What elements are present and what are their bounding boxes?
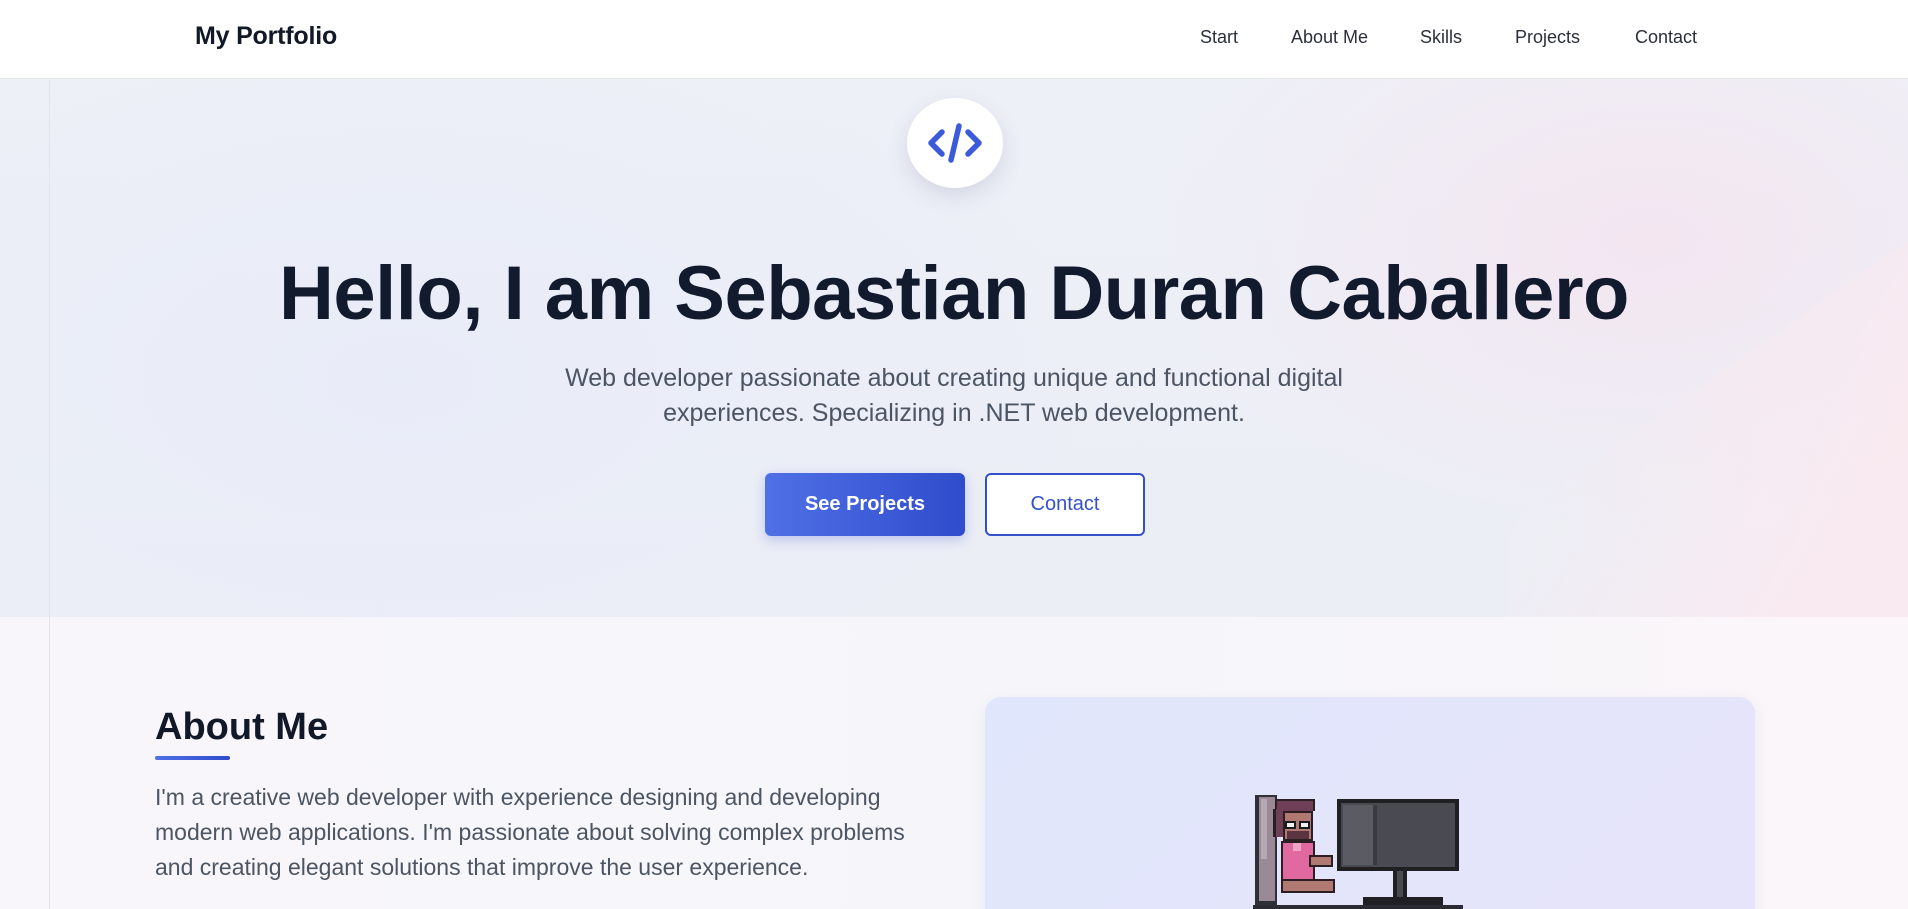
nav-link-projects[interactable]: Projects [1515, 27, 1580, 48]
hero-title: Hello, I am Sebastian Duran Caballero [279, 251, 1629, 336]
about-title: About Me [155, 706, 329, 748]
brand-logo-text[interactable]: My Portfolio [195, 22, 337, 51]
pixel-developer-at-computer-icon [1253, 795, 1463, 909]
nav-link-about-me[interactable]: About Me [1291, 27, 1368, 48]
code-badge [907, 98, 1003, 188]
see-projects-button[interactable]: See Projects [765, 473, 965, 536]
nav-link-start[interactable]: Start [1200, 27, 1238, 48]
hero-decoration [1508, 156, 1908, 617]
hero-subtitle-line-1: Web developer passionate about creating … [565, 364, 1343, 392]
hero-subtitle-line-2: experiences. Specializing in .NET web de… [663, 399, 1245, 427]
about-title-underline [155, 756, 230, 760]
about-text: I'm a creative web developer with experi… [155, 784, 905, 880]
left-divider-line [49, 79, 50, 909]
code-icon [928, 123, 982, 163]
top-navbar: My Portfolio Start About Me Skills Proje… [0, 0, 1908, 79]
nav-link-contact[interactable]: Contact [1635, 27, 1697, 48]
hero-subtitle: Web developer passionate about creating … [504, 361, 1404, 431]
nav-link-skills[interactable]: Skills [1420, 27, 1462, 48]
contact-button[interactable]: Contact [985, 473, 1145, 536]
about-illustration-card [985, 697, 1755, 909]
